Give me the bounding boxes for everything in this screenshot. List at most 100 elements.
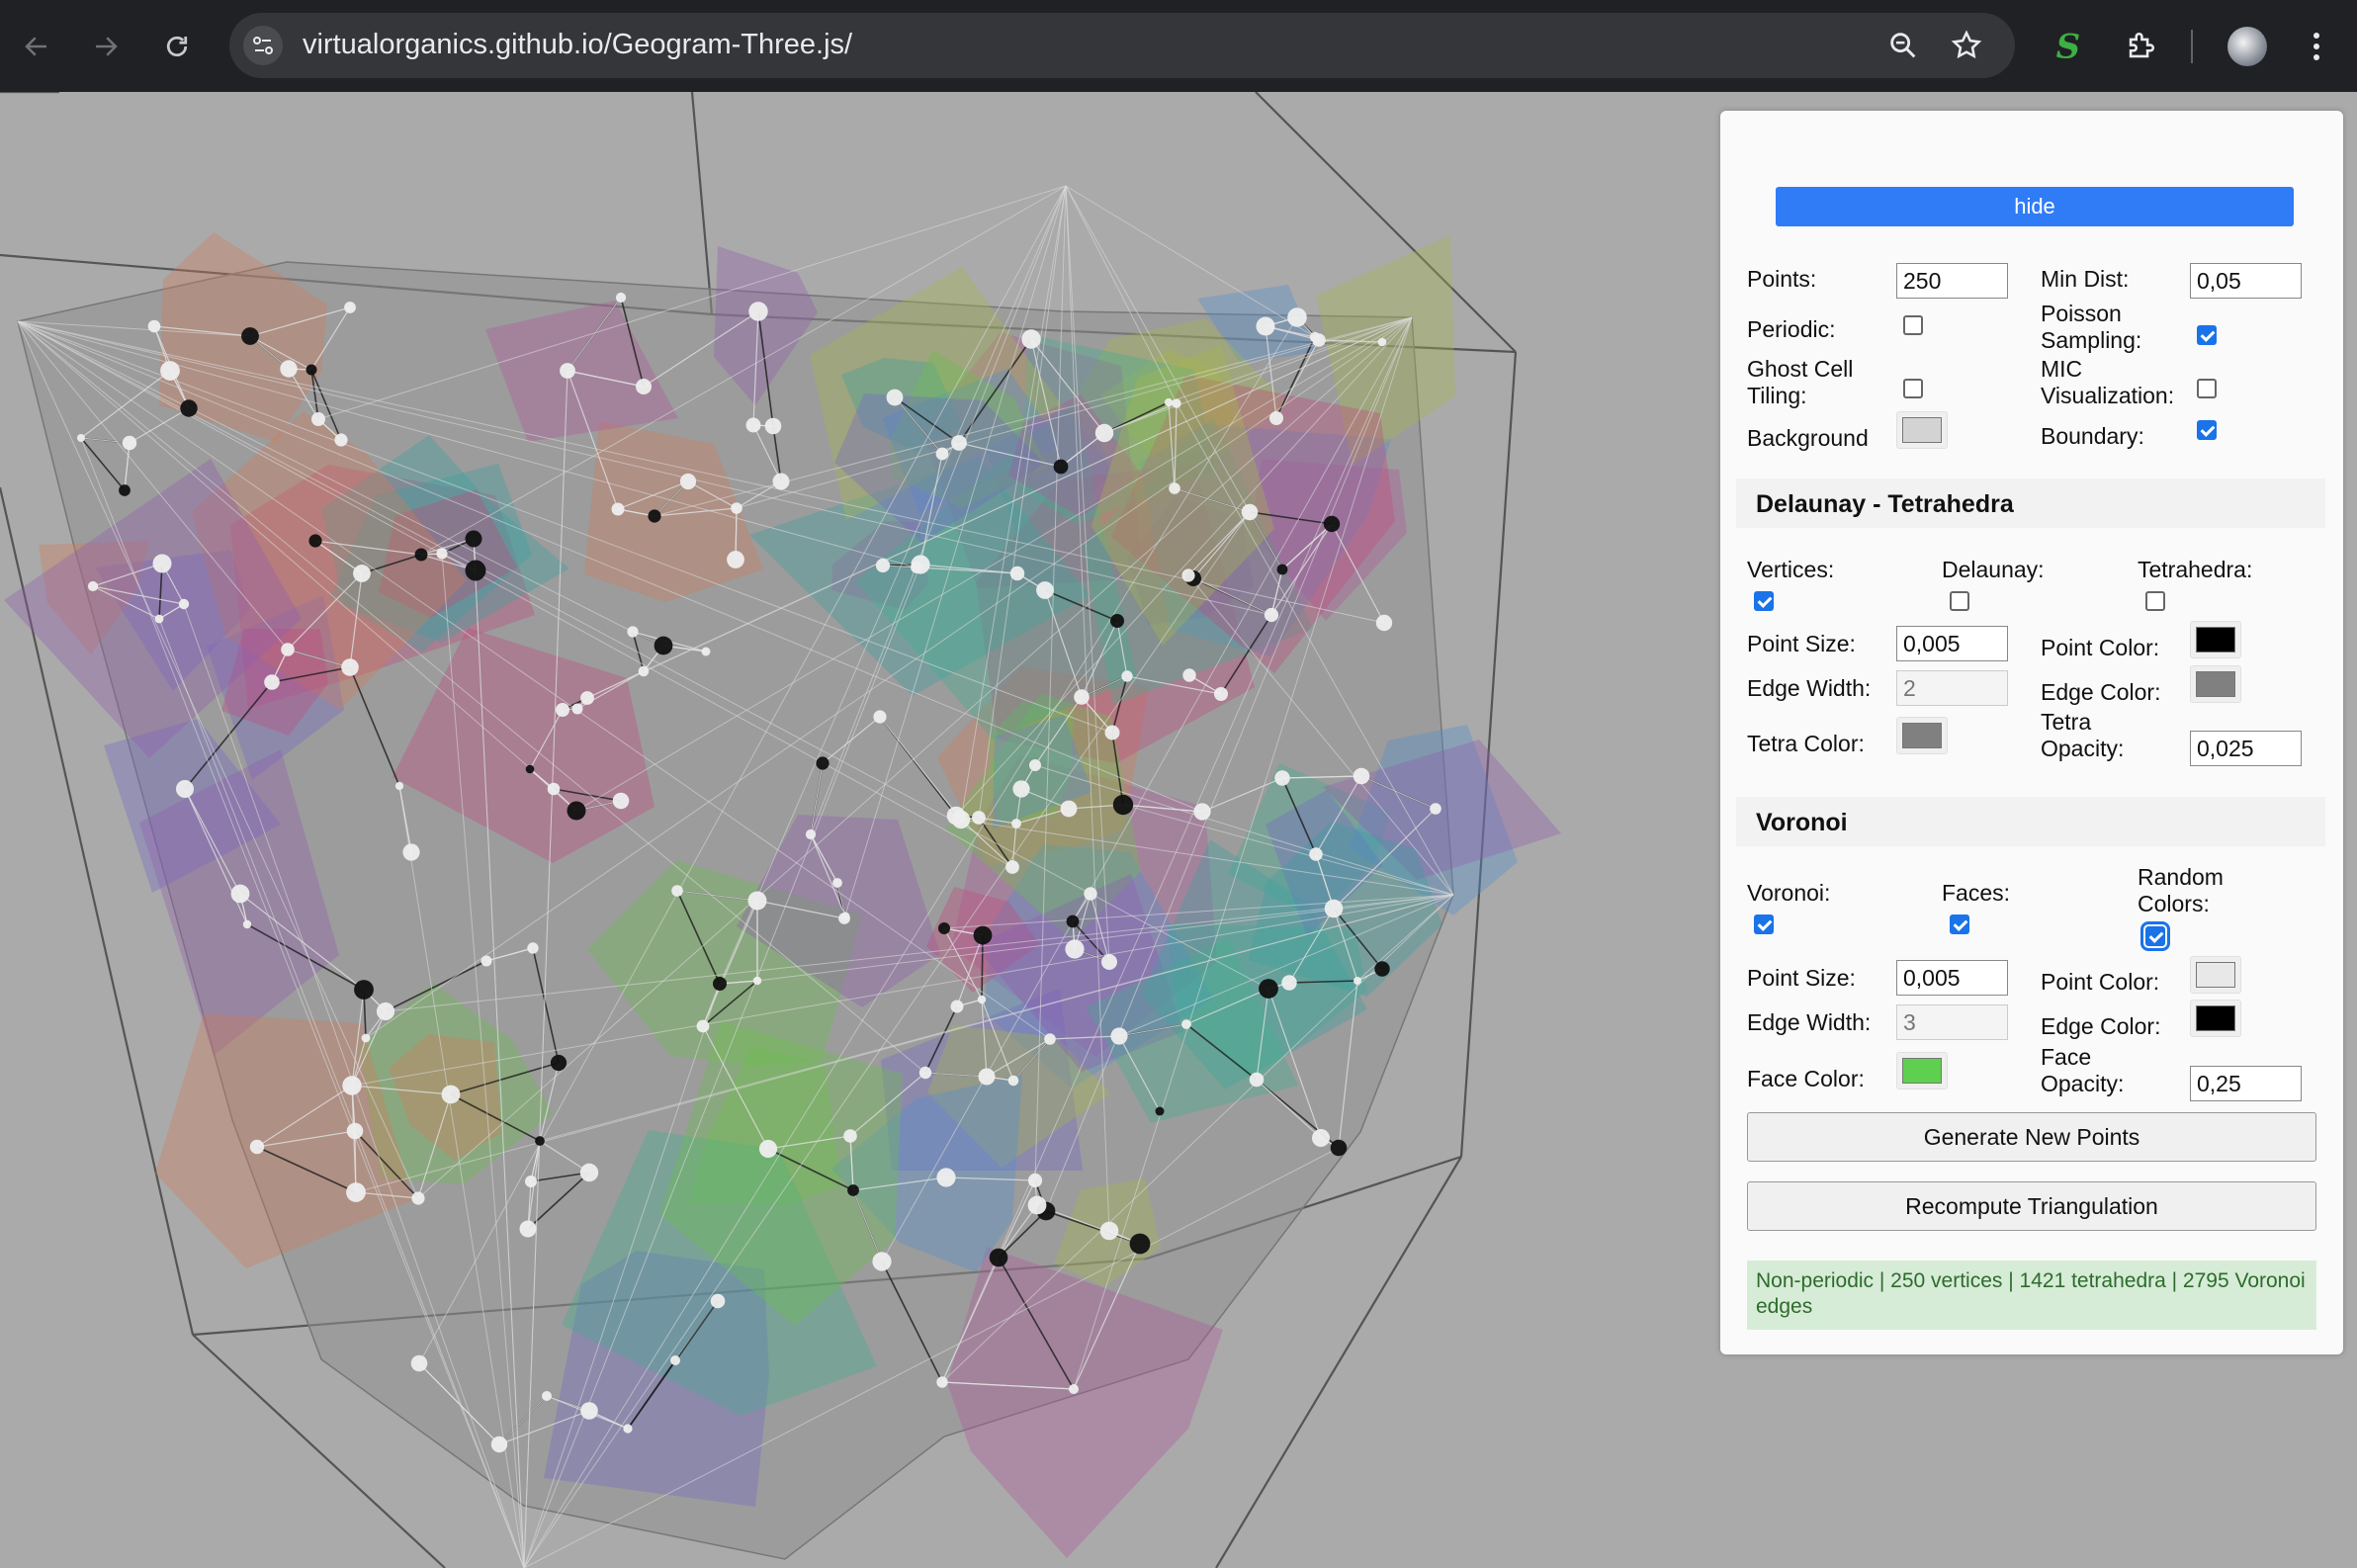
voronoi-vertex bbox=[886, 389, 904, 406]
voronoi-vertex bbox=[1009, 566, 1025, 581]
voronoi-vertex bbox=[748, 302, 768, 321]
periodic-checkbox[interactable] bbox=[1903, 315, 1923, 335]
reload-icon[interactable] bbox=[152, 22, 202, 71]
delaunay-vertex bbox=[1155, 1106, 1165, 1116]
voronoi-vertex bbox=[394, 781, 404, 791]
tetra-color-picker[interactable] bbox=[1896, 717, 1948, 754]
voronoi-vertex bbox=[346, 1122, 364, 1140]
recompute-triangulation-button[interactable]: Recompute Triangulation bbox=[1747, 1181, 2316, 1231]
mic-visualization-checkbox[interactable] bbox=[2197, 379, 2217, 398]
voronoi-edge-width-label: Edge Width: bbox=[1747, 1009, 1872, 1035]
delaunay-vertex bbox=[465, 530, 482, 548]
background-color-picker[interactable] bbox=[1896, 411, 1948, 449]
voronoi-vertex bbox=[951, 435, 967, 451]
extension-s-icon[interactable]: S bbox=[2043, 22, 2092, 71]
voronoi-vertex bbox=[1193, 803, 1211, 821]
toolbar-separator bbox=[2191, 30, 2193, 63]
delaunay-vertex bbox=[1066, 915, 1080, 928]
delaunay-vertex bbox=[1112, 794, 1134, 816]
address-bar[interactable]: virtualorganics.github.io/Geogram-Three.… bbox=[229, 13, 2015, 78]
voronoi-edge-color-picker[interactable] bbox=[2190, 1000, 2241, 1037]
voronoi-vertex bbox=[972, 811, 986, 825]
voronoi-vertex bbox=[623, 1424, 633, 1434]
extensions-puzzle-icon[interactable] bbox=[2116, 22, 2165, 71]
tetra-opacity-input[interactable]: 0,025 bbox=[2190, 731, 2302, 766]
poisson-sampling-checkbox[interactable] bbox=[2197, 325, 2217, 345]
vertices-checkbox[interactable] bbox=[1754, 591, 1774, 611]
delaunay-edge-width-input[interactable]: 2 bbox=[1896, 670, 2008, 706]
voronoi-vertex bbox=[556, 703, 569, 717]
voronoi-vertex bbox=[1281, 975, 1297, 991]
voronoi-vertex bbox=[160, 361, 180, 381]
voronoi-edge-width-input[interactable]: 3 bbox=[1896, 1004, 2008, 1040]
voronoi-vertex bbox=[772, 473, 790, 490]
delaunay-vertex bbox=[308, 534, 322, 548]
voronoi-edge-color-label: Edge Color: bbox=[2041, 1013, 2161, 1039]
voronoi-vertex bbox=[950, 1000, 964, 1013]
delaunay-point-color-label: Point Color: bbox=[2041, 635, 2160, 660]
voronoi-vertex bbox=[731, 502, 742, 514]
hide-button[interactable]: hide bbox=[1776, 187, 2294, 226]
forward-arrow-icon[interactable] bbox=[81, 22, 131, 71]
voronoi-vertex bbox=[911, 555, 930, 574]
voronoi-vertex bbox=[1027, 1173, 1043, 1188]
face-opacity-input[interactable]: 0,25 bbox=[2190, 1066, 2302, 1101]
voronoi-vertex bbox=[519, 1220, 537, 1238]
voronoi-vertex bbox=[1324, 899, 1344, 918]
voronoi-vertex bbox=[154, 614, 164, 624]
ghost-cell-tiling-checkbox[interactable] bbox=[1903, 379, 1923, 398]
voronoi-vertex bbox=[758, 1139, 778, 1159]
bookmark-star-icon[interactable] bbox=[1950, 29, 1983, 67]
zoom-icon[interactable] bbox=[1886, 29, 1920, 67]
delaunay-vertex bbox=[1053, 459, 1069, 475]
voronoi-vertex bbox=[1256, 316, 1275, 336]
voronoi-vertex bbox=[1099, 1221, 1119, 1241]
voronoi-vertex bbox=[1264, 607, 1279, 623]
voronoi-section-title: Voronoi bbox=[1756, 809, 1848, 836]
voronoi-vertex bbox=[764, 417, 782, 435]
voronoi-vertex bbox=[1274, 770, 1290, 786]
voronoi-vertex bbox=[77, 434, 85, 442]
url-text[interactable]: virtualorganics.github.io/Geogram-Three.… bbox=[303, 29, 852, 61]
voronoi-vertex bbox=[361, 1033, 371, 1043]
tetrahedra-checkbox[interactable] bbox=[2145, 591, 2165, 611]
delaunay-point-size-input[interactable]: 0,005 bbox=[1896, 626, 2008, 661]
delaunay-vertex bbox=[1259, 979, 1278, 999]
face-color-picker[interactable] bbox=[1896, 1052, 1948, 1089]
voronoi-vertex bbox=[264, 674, 280, 690]
delaunay-vertex bbox=[354, 980, 374, 1000]
voronoi-point-color-picker[interactable] bbox=[2190, 956, 2241, 994]
site-info-icon[interactable] bbox=[243, 26, 283, 65]
profile-avatar[interactable] bbox=[2223, 22, 2272, 71]
voronoi-point-size-input[interactable]: 0,005 bbox=[1896, 960, 2008, 996]
voronoi-vertex bbox=[547, 782, 561, 796]
voronoi-checkbox[interactable] bbox=[1754, 915, 1774, 934]
delaunay-vertex bbox=[1276, 564, 1288, 575]
generate-new-points-button[interactable]: Generate New Points bbox=[1747, 1112, 2316, 1162]
voronoi-vertex bbox=[936, 1376, 948, 1388]
faces-checkbox[interactable] bbox=[1950, 915, 1969, 934]
back-arrow-icon[interactable] bbox=[12, 22, 61, 71]
random-colors-label-2: Colors: bbox=[2138, 891, 2210, 916]
random-colors-checkbox[interactable] bbox=[2140, 921, 2170, 951]
voronoi-label: Voronoi: bbox=[1747, 880, 1831, 906]
points-input[interactable]: 250 bbox=[1896, 263, 2008, 299]
browser-toolbar: virtualorganics.github.io/Geogram-Three.… bbox=[0, 0, 2357, 92]
voronoi-vertex bbox=[1377, 337, 1387, 347]
delaunay-point-color-picker[interactable] bbox=[2190, 621, 2241, 658]
voronoi-vertex bbox=[670, 1355, 680, 1365]
voronoi-vertex bbox=[1430, 803, 1441, 815]
more-menu-icon[interactable] bbox=[2292, 22, 2341, 71]
voronoi-vertex bbox=[840, 912, 850, 921]
boundary-checkbox[interactable] bbox=[2197, 420, 2217, 440]
delaunay-vertex bbox=[465, 560, 486, 581]
voronoi-vertex bbox=[615, 292, 627, 304]
voronoi-vertex bbox=[152, 554, 172, 573]
delaunay-vertex bbox=[414, 548, 428, 562]
min-dist-input[interactable]: 0,05 bbox=[2190, 263, 2302, 299]
delaunay-edge-color-picker[interactable] bbox=[2190, 665, 2241, 703]
delaunay-checkbox[interactable] bbox=[1950, 591, 1969, 611]
voronoi-vertex bbox=[978, 1068, 996, 1086]
delaunay-vertex bbox=[119, 484, 131, 496]
voronoi-vertex bbox=[627, 626, 639, 638]
